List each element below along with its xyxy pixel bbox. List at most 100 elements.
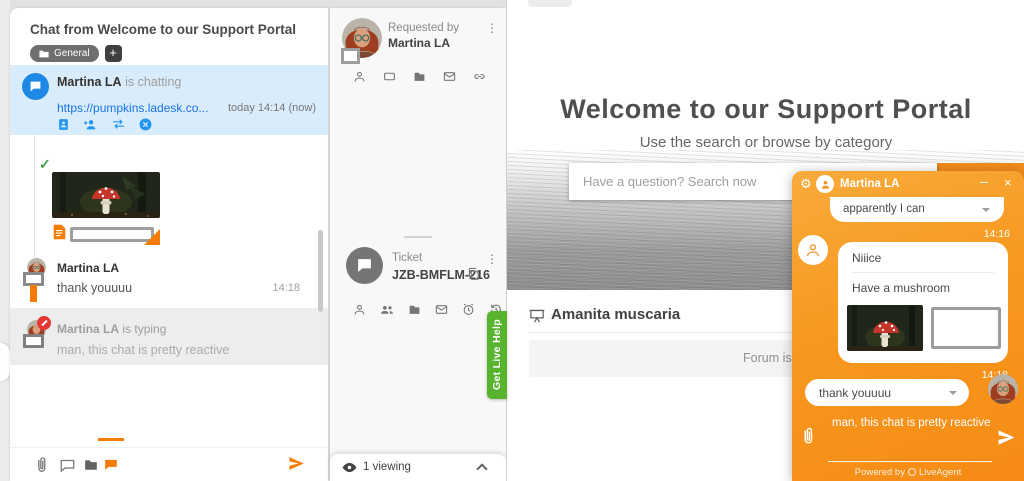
person-icon [805,242,821,258]
cobrowse-cursor-box [23,272,44,286]
agent-avatar [798,235,828,265]
visitor-message-bubble: thank youuuu [805,379,969,406]
visitor-avatar [988,374,1018,404]
tag-general[interactable]: General [30,45,99,62]
typing-pencil-badge [37,316,51,330]
widget-send-icon[interactable] [997,428,1016,447]
widget-input-underline[interactable] [828,461,992,462]
panel-expand-handle[interactable] [0,343,10,381]
visitor-message-text: apparently I can [843,203,925,215]
get-live-help-tab[interactable]: Get Live Help [487,311,507,399]
portal-subtitle: Use the search or browse by category [507,134,1024,151]
attachment-fold-corner [144,229,160,245]
note-bubble-icon[interactable] [60,459,75,472]
agent-message-text: Niiice [852,251,881,265]
mail-icon[interactable] [435,303,448,316]
mushroom-photo [52,172,160,218]
message-menu-caret-icon[interactable] [949,391,957,395]
powered-by-text: Powered by [855,467,905,478]
file-icon[interactable] [413,70,426,83]
cobrowse-cursor-box [23,334,44,348]
ticket-avatar [346,247,383,284]
chat-reply-icon[interactable] [104,458,118,471]
agent-message-bubble: Niiice Have a mushroom [838,242,1008,363]
ticket-actions [353,303,502,316]
tag-label: General [54,48,90,59]
widget-agent-name: Martina LA [840,178,899,190]
chat-panel: Chat from Welcome to our Support Portal … [10,8,328,481]
chat-row-time: today 14:14 (now) [228,102,316,114]
mushroom-photo [847,305,923,351]
delivered-check-icon: ✓ [39,156,51,173]
eye-icon [342,462,357,473]
panel-drag-handle[interactable] [404,236,432,238]
viewing-bar[interactable]: 1 viewing [330,454,506,481]
shared-image-mushroom[interactable] [847,305,923,351]
portal-title: Welcome to our Support Portal [507,94,1024,125]
mail-icon[interactable] [443,70,456,83]
thread-line [34,135,35,258]
chat-bubble-icon [356,257,373,274]
shared-image-mushroom[interactable] [52,172,160,218]
visitor-message-text: thank youuuu [819,386,891,400]
widget-footer: Powered by LiveAgent [792,467,1024,478]
contact-card-icon[interactable] [57,118,70,131]
copy-icon[interactable] [467,267,480,281]
send-icon[interactable] [288,455,305,472]
typing-name-line: Martina LA is typing [57,322,166,336]
widget-close-button[interactable]: × [1004,175,1012,190]
message-menu-caret-icon[interactable] [982,208,990,212]
typing-indicator-block: Martina LA is typing man, this chat is p… [10,308,328,365]
brand-text: LiveAgent [919,467,961,478]
chevron-up-icon[interactable] [476,463,487,474]
live-chat-widget: ⚙ Martina LA – × apparently I can 14:16 … [792,171,1024,481]
get-live-help-label: Get Live Help [491,319,503,390]
composer-toolbar [10,447,328,481]
requester-menu-icon[interactable]: ⋮ [486,21,498,35]
ticket-label: Ticket [392,252,422,264]
chat-panel-title: Chat from Welcome to our Support Portal [30,22,296,37]
requester-name: Martina LA [388,36,450,50]
forum-section-title[interactable]: Amanita muscaria [551,306,680,323]
chat-bubble-icon [29,80,42,93]
image-placeholder-box [931,307,1001,349]
widget-agent-avatar [816,175,834,193]
people-icon[interactable] [380,303,394,316]
chat-bubble-avatar [22,73,49,100]
widget-minimize-button[interactable]: – [980,173,988,189]
viewing-count: 1 viewing [363,461,411,473]
typing-author: Martina LA [57,322,119,336]
tag-row: General + [30,45,122,62]
cobrowse-cursor-box [341,48,360,64]
bubble-divider [852,272,994,273]
ticket-info-panel: Requested by Martina LA ⋮ Ticket ⋮ JZB-B… [330,8,506,481]
chat-page-link[interactable]: https://pumpkins.ladesk.co... [57,101,208,115]
link-icon[interactable] [473,70,486,83]
attach-file-icon[interactable] [35,456,48,473]
requester-actions [353,70,486,83]
person-icon[interactable] [353,303,366,316]
add-tag-button[interactable]: + [105,45,122,62]
add-person-icon[interactable] [83,118,98,131]
chat-row-actions [57,118,152,131]
message-text: thank youuuu [57,281,132,295]
person-icon[interactable] [353,70,366,83]
typing-preview-text: man, this chat is pretty reactive [57,343,229,357]
attachment-doc-icon[interactable] [53,224,66,240]
active-chat-row[interactable]: Martina LA is chatting https://pumpkins.… [10,65,328,135]
attachments-icon[interactable] [84,458,98,471]
card-icon[interactable] [383,70,396,83]
ticket-menu-icon[interactable]: ⋮ [486,252,498,266]
widget-attach-icon[interactable] [801,426,815,445]
visitor-message-bubble: apparently I can [830,197,1004,222]
scrollbar-thumb[interactable] [318,230,323,312]
alarm-icon[interactable] [462,303,475,316]
stop-chat-icon[interactable] [139,118,152,131]
composer-tab-indicator [98,438,124,441]
transfer-icon[interactable] [111,118,126,130]
typing-status: is typing [122,322,166,336]
message-time: 14:18 [272,282,300,294]
file-icon[interactable] [408,303,421,316]
widget-settings-icon[interactable]: ⚙ [800,176,812,192]
collapsed-panel-strip [0,0,10,481]
